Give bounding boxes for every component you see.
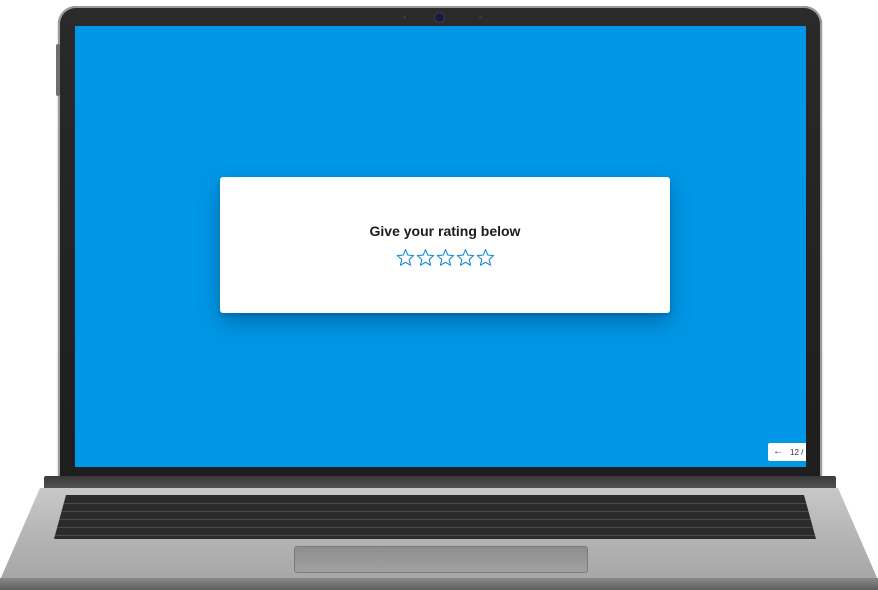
laptop-mockup: Give your rating below ← 12 / — [0, 0, 878, 590]
star-3-icon[interactable] — [436, 248, 455, 267]
sensor-dot-left — [403, 16, 406, 19]
star-rating — [220, 248, 670, 267]
slide-navigation: ← 12 / — [768, 443, 806, 461]
arrow-left-icon[interactable]: ← — [771, 443, 785, 461]
laptop-base-edge — [0, 578, 878, 590]
lid-side-button — [56, 44, 60, 96]
sensor-dot-right — [479, 16, 482, 19]
webcam-icon — [435, 13, 444, 22]
keyboard — [54, 495, 816, 539]
rating-card: Give your rating below — [220, 177, 670, 313]
star-4-icon[interactable] — [456, 248, 475, 267]
trackpad — [294, 546, 588, 573]
star-2-icon[interactable] — [416, 248, 435, 267]
laptop-screen: Give your rating below ← 12 / — [75, 26, 806, 467]
rating-title: Give your rating below — [369, 223, 521, 239]
star-1-icon[interactable] — [396, 248, 415, 267]
star-5-icon[interactable] — [476, 248, 495, 267]
page-counter: 12 / — [790, 447, 804, 457]
